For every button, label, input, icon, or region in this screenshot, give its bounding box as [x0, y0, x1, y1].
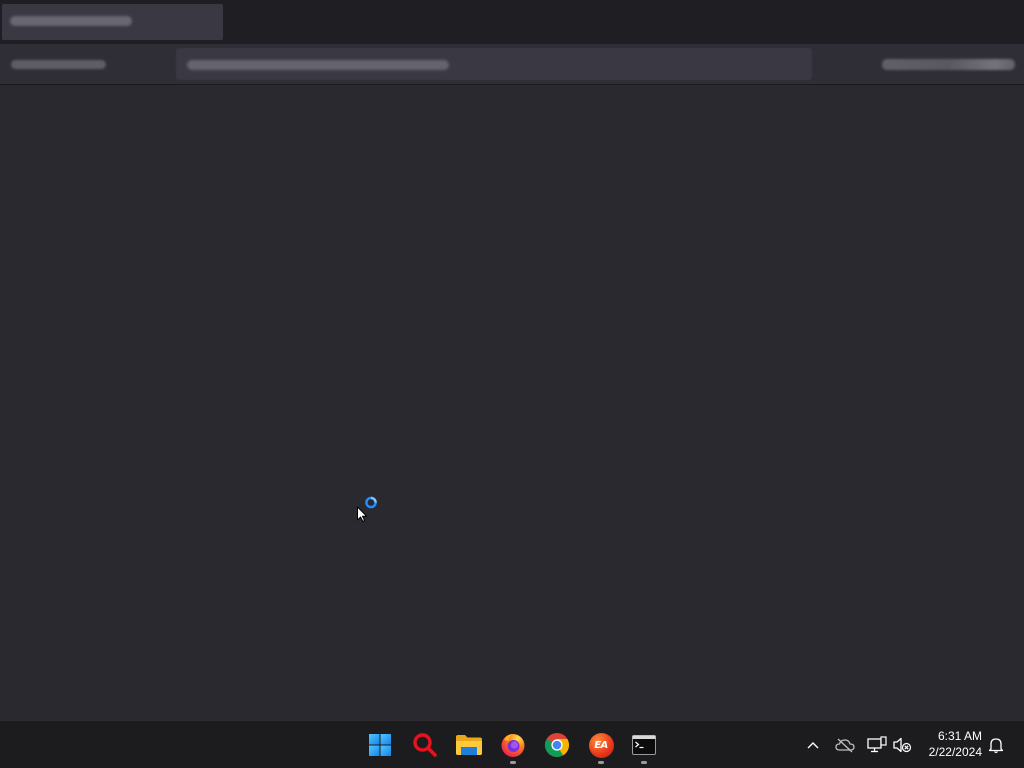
folder-icon — [456, 735, 482, 755]
network-button[interactable] — [867, 735, 887, 755]
browser-toolbar — [0, 44, 1024, 85]
ea-running-indicator — [598, 761, 604, 764]
terminal-running-indicator — [641, 761, 647, 764]
windows-logo-icon — [369, 734, 391, 756]
search-icon — [413, 733, 437, 757]
firefox-running-indicator — [510, 761, 516, 764]
show-hidden-icons-button[interactable] — [803, 735, 823, 755]
terminal-icon — [632, 735, 656, 755]
firefox-button[interactable] — [497, 729, 529, 761]
notification-bell-icon — [988, 738, 1004, 754]
toolbar-actions-skeleton — [882, 59, 1015, 70]
address-text-skeleton — [187, 60, 449, 70]
address-bar[interactable] — [176, 48, 812, 80]
page-content[interactable] — [0, 85, 1024, 720]
notifications-button[interactable] — [986, 735, 1006, 755]
ea-logo-text: EA — [594, 739, 608, 751]
chrome-icon — [544, 733, 570, 758]
clock-time: 6:31 AM — [937, 729, 982, 743]
tab-strip — [0, 0, 1024, 44]
browser-window — [0, 0, 1024, 720]
clock-button[interactable]: 6:31 AM 2/22/2024 — [916, 728, 982, 760]
volume-muted-icon — [893, 737, 912, 753]
ea-icon: EA — [588, 732, 614, 758]
onedrive-button[interactable] — [835, 735, 855, 755]
firefox-icon — [501, 734, 525, 757]
busy-cursor-icon — [356, 494, 382, 522]
taskbar: EA 6:31 AM 2/22/2024 — [0, 720, 1024, 768]
terminal-button[interactable] — [628, 729, 660, 761]
tab-title-skeleton — [10, 16, 132, 26]
volume-button[interactable] — [892, 735, 912, 755]
nav-buttons-skeleton — [11, 60, 106, 69]
file-explorer-button[interactable] — [453, 729, 485, 761]
network-icon — [867, 736, 887, 753]
onedrive-offline-icon — [835, 738, 855, 753]
start-button[interactable] — [364, 729, 396, 761]
clock-date: 2/22/2024 — [928, 745, 982, 759]
search-button[interactable] — [409, 729, 441, 761]
ea-app-button[interactable]: EA — [585, 729, 617, 761]
chrome-button[interactable] — [541, 729, 573, 761]
tab-loading[interactable] — [2, 4, 223, 40]
chevron-up-icon — [807, 742, 819, 749]
